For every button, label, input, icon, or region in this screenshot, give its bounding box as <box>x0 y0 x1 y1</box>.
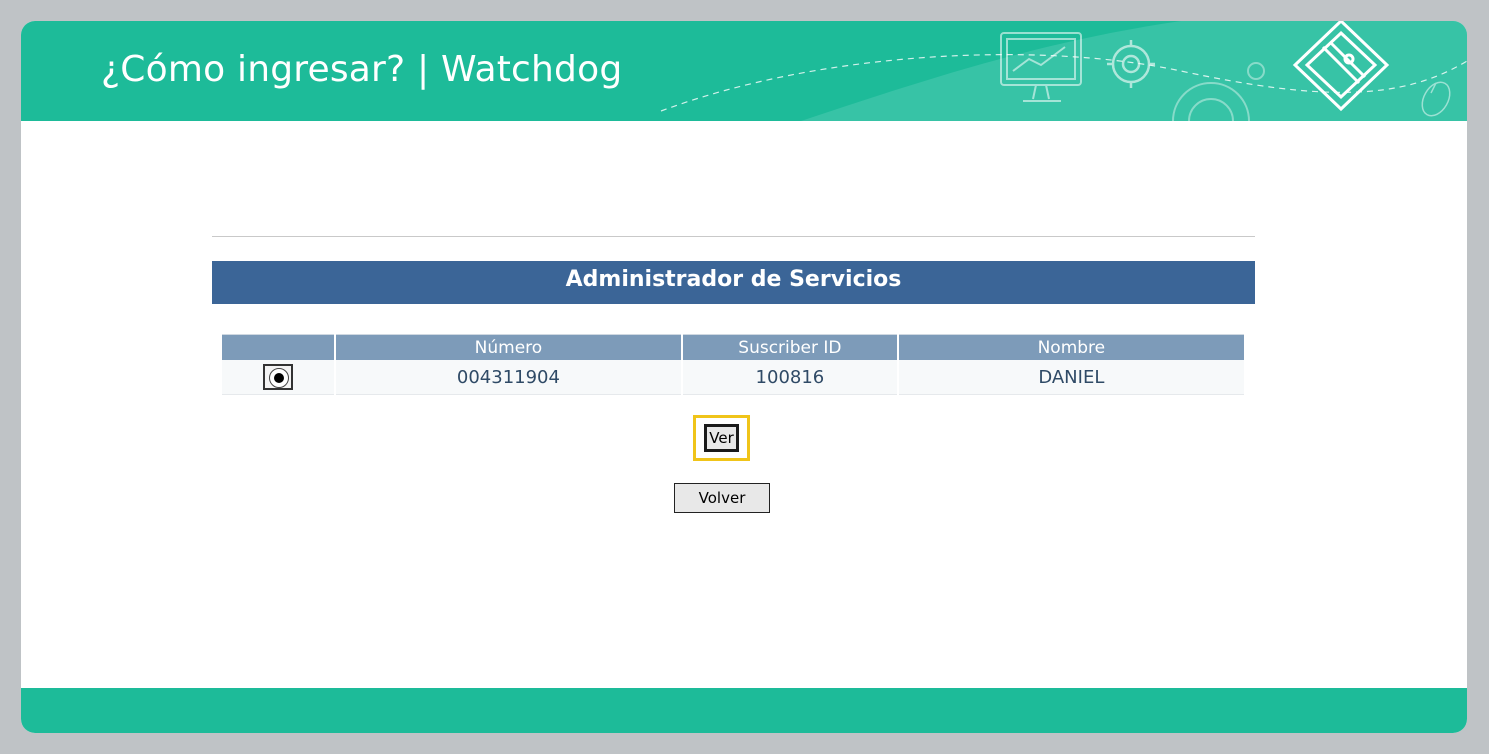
cell-numero: 004311904 <box>335 360 682 395</box>
radio-selected-dot <box>273 373 284 383</box>
column-header-suscriber-id[interactable]: Suscriber ID <box>683 334 897 360</box>
ver-button[interactable]: Ver <box>704 424 739 452</box>
panel-title: Administrador de Servicios <box>212 261 1255 304</box>
slide-card: ¿Cómo ingresar? | Watchdog Administrador… <box>21 21 1467 733</box>
select-cell <box>222 360 334 395</box>
row-select-radio[interactable] <box>262 364 293 390</box>
radio-ring <box>268 368 289 388</box>
cell-nombre: DANIEL <box>898 360 1244 395</box>
header-decoration <box>660 21 1467 121</box>
column-header-nombre[interactable]: Nombre <box>898 334 1244 360</box>
column-header-numero[interactable]: Número <box>335 334 682 360</box>
cell-suscriber-id: 100816 <box>683 360 897 395</box>
table-header-row: Número Suscriber ID Nombre <box>222 334 1244 360</box>
column-header-select <box>222 334 334 360</box>
ver-button-highlight: Ver <box>693 415 750 461</box>
slide-title: ¿Cómo ingresar? | Watchdog <box>101 49 623 90</box>
volver-button[interactable]: Volver <box>674 483 770 513</box>
slide-footer <box>21 688 1467 733</box>
slide-header: ¿Cómo ingresar? | Watchdog <box>21 21 1467 121</box>
divider-line <box>212 236 1255 237</box>
table-row: 004311904 100816 DANIEL <box>222 360 1244 395</box>
services-table: Número Suscriber ID Nombre 004311904 100… <box>220 334 1246 395</box>
